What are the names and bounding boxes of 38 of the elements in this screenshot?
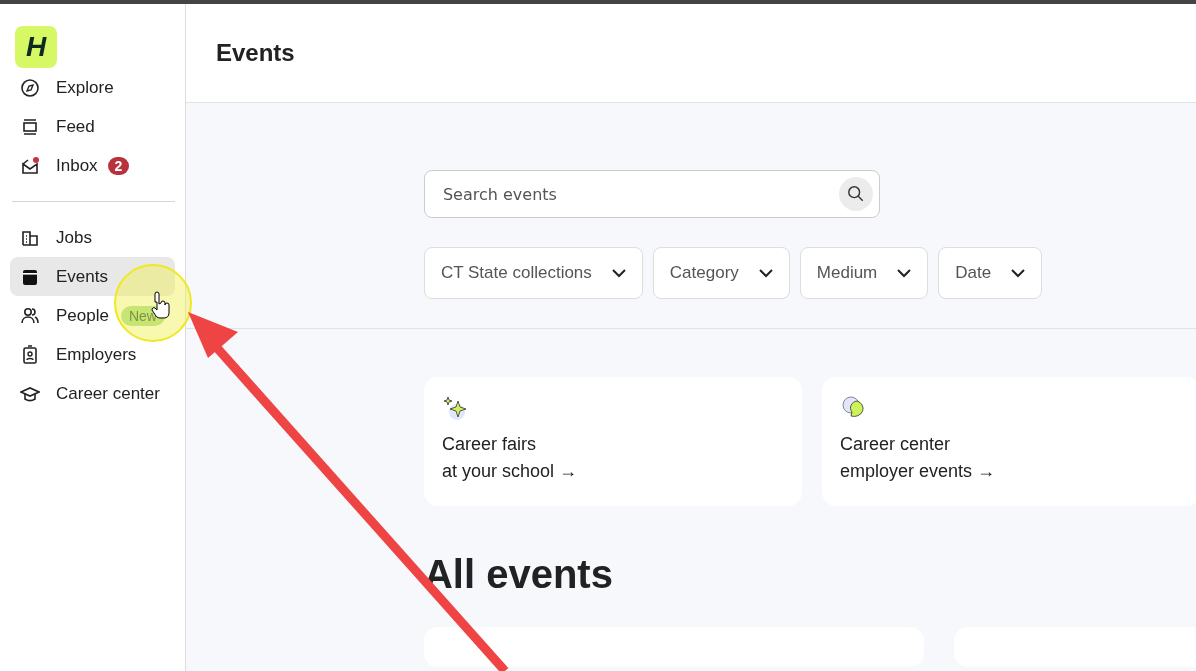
search-field[interactable]: Search events: [423, 170, 880, 218]
filter-dropdown[interactable]: Medium: [799, 247, 929, 299]
card-link-text: Career fairs at your school →: [441, 433, 578, 483]
filter-dropdown[interactable]: CT State collections: [423, 247, 643, 299]
nav-label: Events: [56, 266, 108, 287]
tray-icon: [20, 116, 40, 137]
event-card[interactable]: [423, 627, 924, 667]
people-icon: [20, 305, 40, 326]
chevron-icon: [758, 268, 773, 278]
nav-label: Explore: [56, 77, 114, 98]
card-link-text: Career center employer events →: [839, 433, 997, 483]
page-title: Events: [215, 39, 295, 67]
unread-count: 2: [107, 156, 130, 175]
nav-label: People: [56, 305, 109, 326]
compass-icon: [20, 77, 40, 98]
nav-label: Jobs: [56, 227, 92, 248]
nav-item[interactable]: Jobs: [10, 218, 175, 257]
filter-dropdown[interactable]: Date: [938, 247, 1043, 299]
nav-item[interactable]: Employers: [10, 335, 175, 374]
chevron-icon: [1011, 268, 1026, 278]
search-icon[interactable]: [838, 177, 873, 211]
logo[interactable]: H: [15, 26, 57, 68]
shortcut-card[interactable]: Career fairs at your school →: [423, 377, 802, 506]
id-badge-icon: [20, 344, 40, 365]
nav-item[interactable]: Events: [10, 257, 175, 296]
nav-label: Feed: [56, 116, 95, 137]
chevron-icon: [611, 268, 626, 278]
nav-label: Employers: [56, 344, 137, 365]
nav-item[interactable]: Inbox 2: [10, 146, 175, 185]
shortcut-card[interactable]: Career center employer events →: [821, 377, 1196, 506]
nav-label: Inbox: [56, 155, 98, 176]
nav-item[interactable]: Explore: [10, 68, 175, 107]
envelope-icon: [20, 155, 40, 176]
nav-item[interactable]: Feed: [10, 107, 175, 146]
nav-item[interactable]: Career center: [10, 374, 175, 413]
nav-label: Career center: [56, 383, 160, 404]
filter-dropdown[interactable]: Category: [652, 247, 790, 299]
chevron-icon: [897, 268, 912, 278]
